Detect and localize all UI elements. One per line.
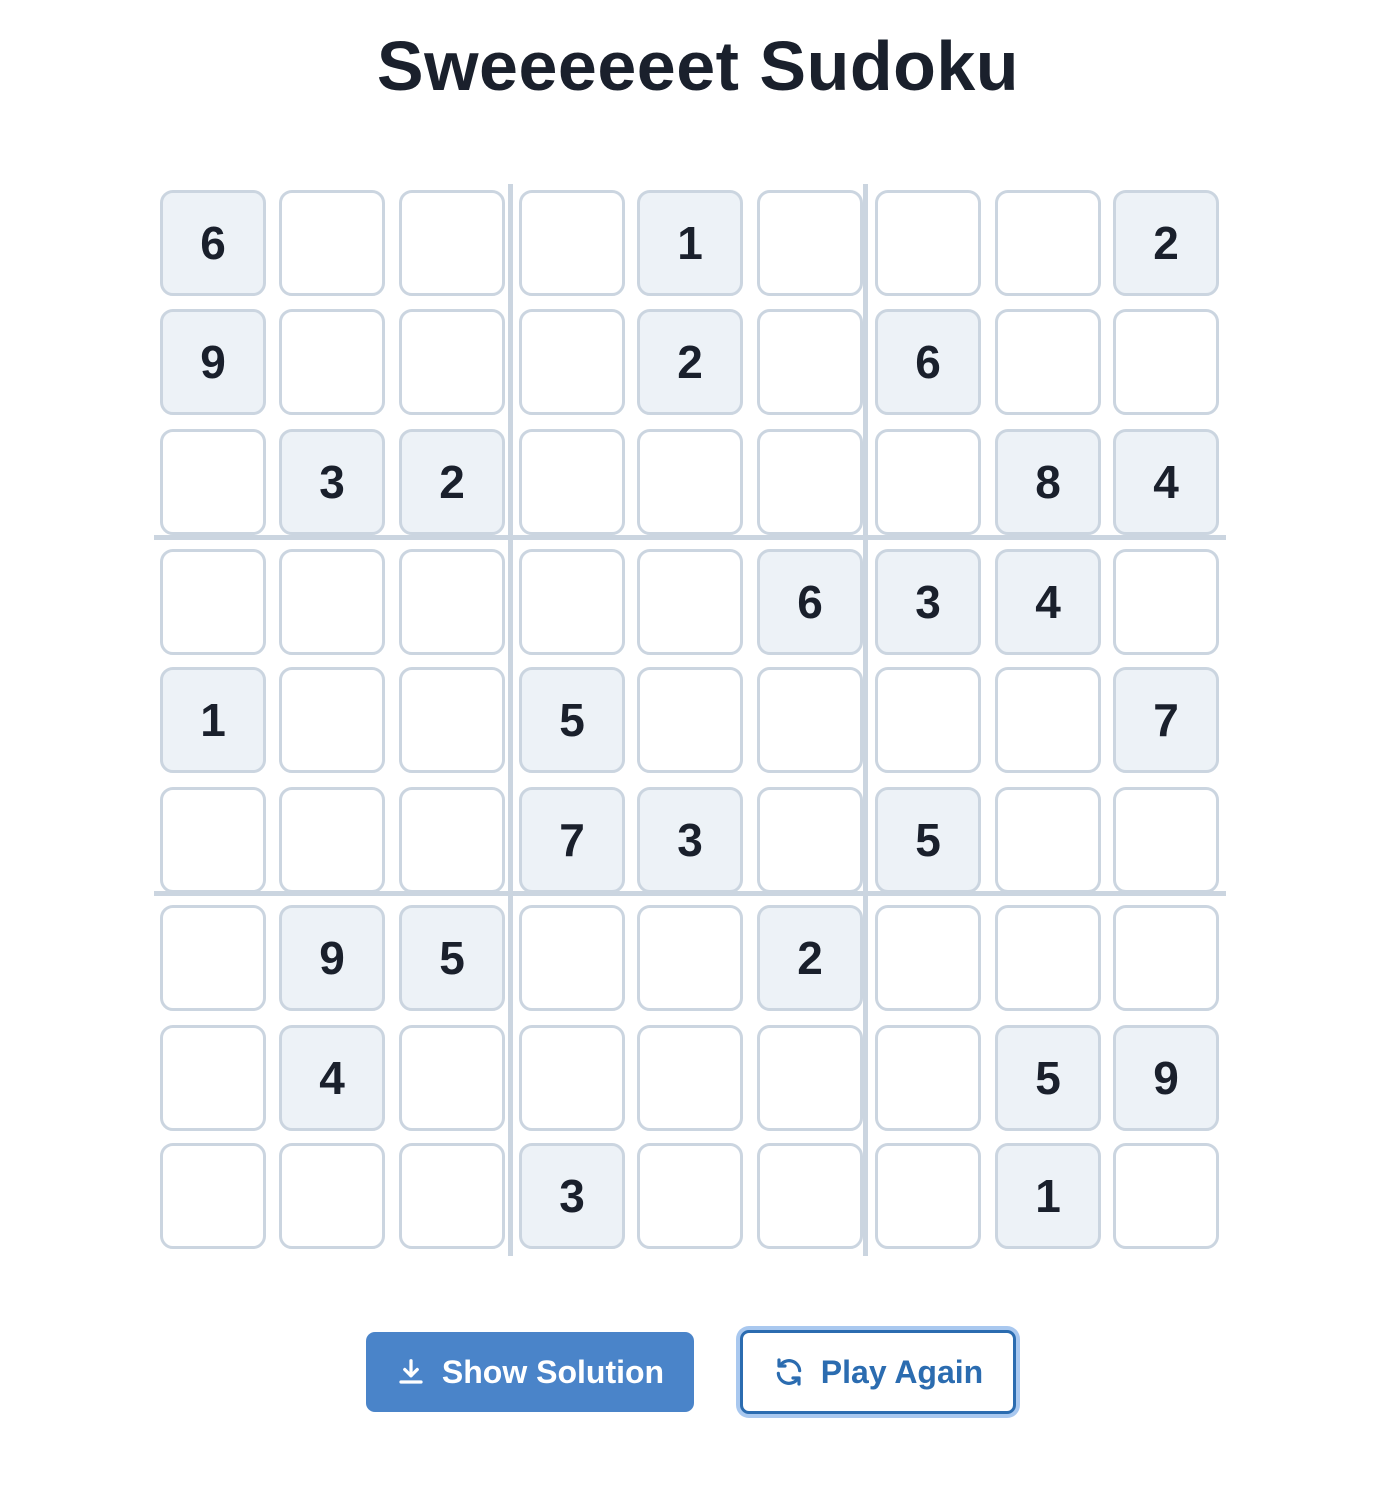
sudoku-cell-r2-c5: 2 — [637, 309, 743, 415]
sudoku-cell-r4-c4[interactable] — [519, 549, 625, 655]
sudoku-cell-r5-c1: 1 — [160, 667, 266, 773]
box-divider-vertical-1 — [508, 184, 513, 1256]
sudoku-cell-r6-c6[interactable] — [757, 787, 863, 893]
sudoku-cell-r9-c6[interactable] — [757, 1143, 863, 1249]
download-icon — [396, 1357, 426, 1387]
sudoku-cell-r6-c3[interactable] — [399, 787, 505, 893]
sudoku-cell-r7-c4[interactable] — [519, 905, 625, 1011]
sudoku-cell-r4-c2[interactable] — [279, 549, 385, 655]
sudoku-cell-r4-c5[interactable] — [637, 549, 743, 655]
sudoku-cell-r6-c1[interactable] — [160, 787, 266, 893]
sudoku-cell-r6-c7: 5 — [875, 787, 981, 893]
sudoku-cell-r7-c3: 5 — [399, 905, 505, 1011]
sudoku-cell-r8-c2: 4 — [279, 1025, 385, 1131]
sudoku-cell-r9-c5[interactable] — [637, 1143, 743, 1249]
sudoku-cell-r9-c8: 1 — [995, 1143, 1101, 1249]
sudoku-cell-r7-c9[interactable] — [1113, 905, 1219, 1011]
sudoku-cell-r3-c6[interactable] — [757, 429, 863, 535]
sudoku-cell-r8-c3[interactable] — [399, 1025, 505, 1131]
sudoku-cell-r5-c9: 7 — [1113, 667, 1219, 773]
sudoku-cell-r6-c9[interactable] — [1113, 787, 1219, 893]
sudoku-cell-r8-c4[interactable] — [519, 1025, 625, 1131]
sudoku-cell-r3-c2: 3 — [279, 429, 385, 535]
sudoku-cell-r3-c7[interactable] — [875, 429, 981, 535]
sudoku-cell-r7-c5[interactable] — [637, 905, 743, 1011]
sudoku-cell-r4-c7: 3 — [875, 549, 981, 655]
refresh-icon — [773, 1356, 805, 1388]
sudoku-cell-r5-c6[interactable] — [757, 667, 863, 773]
sudoku-cell-r6-c8[interactable] — [995, 787, 1101, 893]
sudoku-cell-r1-c5: 1 — [637, 190, 743, 296]
play-again-label: Play Again — [820, 1353, 984, 1390]
sudoku-cell-r6-c5: 3 — [637, 787, 743, 893]
sudoku-cell-r1-c7[interactable] — [875, 190, 981, 296]
sudoku-cell-r9-c9[interactable] — [1113, 1143, 1219, 1249]
page-title: Sweeeeeet Sudoku — [376, 27, 1020, 105]
sudoku-cell-r1-c8[interactable] — [995, 190, 1101, 296]
sudoku-cell-r4-c3[interactable] — [399, 549, 505, 655]
sudoku-cell-r5-c8[interactable] — [995, 667, 1101, 773]
play-again-button[interactable]: Play Again — [740, 1330, 1016, 1414]
sudoku-cell-r4-c8: 4 — [995, 549, 1101, 655]
sudoku-cell-r5-c2[interactable] — [279, 667, 385, 773]
sudoku-cell-r6-c2[interactable] — [279, 787, 385, 893]
sudoku-cell-r4-c6: 6 — [757, 549, 863, 655]
sudoku-cell-r5-c5[interactable] — [637, 667, 743, 773]
sudoku-cell-r2-c6[interactable] — [757, 309, 863, 415]
sudoku-cell-r8-c9: 9 — [1113, 1025, 1219, 1131]
sudoku-cell-r1-c1: 6 — [160, 190, 266, 296]
sudoku-cell-r2-c9[interactable] — [1113, 309, 1219, 415]
sudoku-cell-r3-c8: 8 — [995, 429, 1101, 535]
sudoku-cell-r1-c3[interactable] — [399, 190, 505, 296]
show-solution-button[interactable]: Show Solution — [366, 1332, 694, 1412]
sudoku-cell-r3-c5[interactable] — [637, 429, 743, 535]
sudoku-cell-r9-c7[interactable] — [875, 1143, 981, 1249]
sudoku-cell-r7-c1[interactable] — [160, 905, 266, 1011]
sudoku-cell-r3-c3: 2 — [399, 429, 505, 535]
sudoku-cell-r1-c2[interactable] — [279, 190, 385, 296]
sudoku-cell-r3-c1[interactable] — [160, 429, 266, 535]
sudoku-cell-r3-c4[interactable] — [519, 429, 625, 535]
sudoku-cell-r7-c7[interactable] — [875, 905, 981, 1011]
sudoku-cell-r4-c9[interactable] — [1113, 549, 1219, 655]
sudoku-cell-r1-c6[interactable] — [757, 190, 863, 296]
box-divider-vertical-2 — [863, 184, 868, 1256]
sudoku-cell-r5-c4: 5 — [519, 667, 625, 773]
sudoku-cell-r8-c8: 5 — [995, 1025, 1101, 1131]
sudoku-cell-r1-c9: 2 — [1113, 190, 1219, 296]
sudoku-cell-r8-c5[interactable] — [637, 1025, 743, 1131]
sudoku-cell-r2-c1: 9 — [160, 309, 266, 415]
sudoku-cell-r5-c7[interactable] — [875, 667, 981, 773]
sudoku-cell-r2-c4[interactable] — [519, 309, 625, 415]
show-solution-label: Show Solution — [441, 1353, 665, 1390]
sudoku-cell-r9-c2[interactable] — [279, 1143, 385, 1249]
sudoku-cell-r8-c7[interactable] — [875, 1025, 981, 1131]
sudoku-cell-r9-c4: 3 — [519, 1143, 625, 1249]
box-divider-horizontal-1 — [154, 535, 1226, 540]
sudoku-board: 612926328463415773595245931 — [154, 184, 1226, 1256]
sudoku-cell-r6-c4: 7 — [519, 787, 625, 893]
sudoku-cell-r2-c2[interactable] — [279, 309, 385, 415]
sudoku-cell-r9-c1[interactable] — [160, 1143, 266, 1249]
sudoku-cell-r8-c1[interactable] — [160, 1025, 266, 1131]
sudoku-cell-r8-c6[interactable] — [757, 1025, 863, 1131]
sudoku-cell-r2-c8[interactable] — [995, 309, 1101, 415]
sudoku-cell-r2-c7: 6 — [875, 309, 981, 415]
sudoku-cell-r7-c2: 9 — [279, 905, 385, 1011]
sudoku-cell-r5-c3[interactable] — [399, 667, 505, 773]
sudoku-cell-r3-c9: 4 — [1113, 429, 1219, 535]
sudoku-cell-r1-c4[interactable] — [519, 190, 625, 296]
sudoku-cell-r9-c3[interactable] — [399, 1143, 505, 1249]
sudoku-cell-r7-c8[interactable] — [995, 905, 1101, 1011]
sudoku-cell-r4-c1[interactable] — [160, 549, 266, 655]
sudoku-cell-r2-c3[interactable] — [399, 309, 505, 415]
sudoku-cell-r7-c6: 2 — [757, 905, 863, 1011]
